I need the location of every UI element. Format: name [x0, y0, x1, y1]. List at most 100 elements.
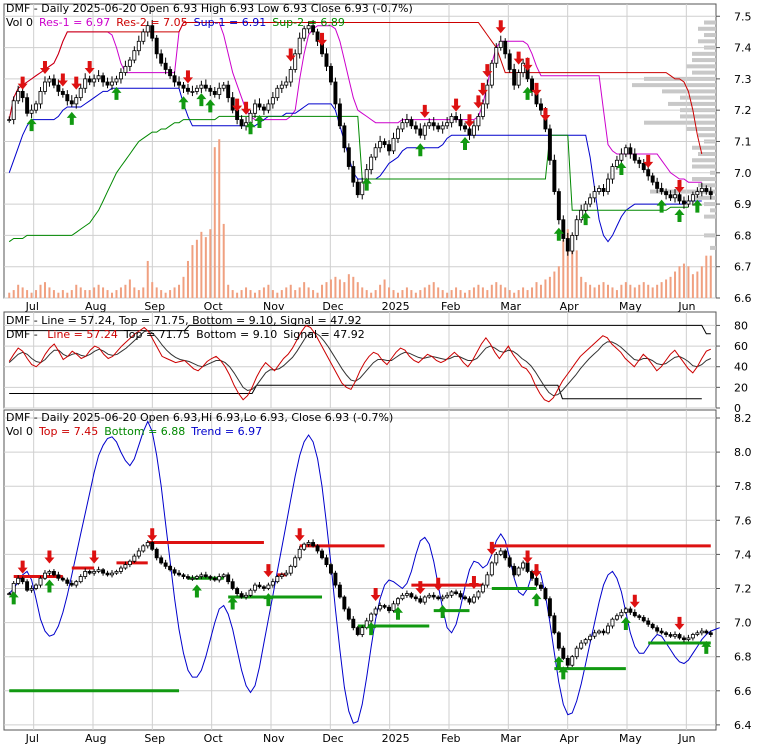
candle-body: [637, 159, 642, 164]
candle-body: [521, 562, 526, 569]
candle-body: [275, 87, 280, 99]
candle-body: [43, 81, 47, 92]
candle-body: [7, 593, 12, 596]
volume-bar: [334, 276, 337, 298]
volume-bar: [624, 282, 627, 298]
candle-body: [619, 153, 624, 161]
volume-bar: [160, 290, 163, 298]
candle-body: [132, 50, 137, 61]
candle-body: [253, 103, 257, 114]
candle-body: [418, 598, 423, 603]
volume-profile-bar: [692, 58, 716, 63]
candle-body: [114, 78, 119, 83]
candle-body: [87, 78, 92, 83]
candle-body: [382, 605, 387, 608]
volume-bar: [146, 260, 149, 298]
candle-body: [324, 557, 329, 566]
trend-x-tick-label: Apr: [560, 732, 580, 745]
candle-body: [203, 574, 208, 577]
candle-body: [114, 571, 119, 574]
legend-entry: Bottom = 6.88: [104, 425, 185, 438]
volume-bar: [401, 290, 404, 298]
candle-body: [471, 125, 476, 136]
legend-entry: Res-1 = 6.97: [39, 16, 110, 29]
dmf-y-tick-label: 20: [734, 381, 748, 394]
volume-bar: [30, 292, 33, 298]
candle-body: [650, 175, 655, 183]
candle-body: [297, 548, 302, 559]
candle-body: [181, 574, 186, 577]
candle-body: [480, 584, 485, 593]
volume-bar: [21, 287, 24, 298]
candle: [355, 626, 360, 637]
volume-bar: [513, 292, 516, 298]
candle-body: [690, 194, 695, 202]
volume-profile-bar: [704, 214, 716, 219]
candle-body: [431, 594, 436, 598]
candle-body: [449, 591, 454, 596]
candle-body: [101, 569, 106, 574]
candle: [547, 596, 552, 619]
candle-body: [38, 90, 43, 105]
volume-profile-bar: [692, 158, 716, 163]
volume-profile-bar: [686, 64, 716, 69]
candle-body: [96, 75, 101, 80]
volume-bar: [464, 292, 467, 298]
dmf-y-tick-label: 80: [734, 319, 748, 332]
volume-bar: [446, 292, 449, 298]
volume-bar: [584, 282, 587, 298]
candle-body: [261, 586, 266, 589]
candle-body: [704, 630, 709, 634]
price-x-tick-label: Mar: [500, 300, 521, 313]
candle-body: [485, 84, 490, 105]
volume-bar: [557, 266, 560, 298]
candle-body: [485, 574, 490, 586]
candle-body: [463, 125, 467, 130]
candle-body: [29, 588, 34, 591]
candle-body: [29, 109, 34, 114]
candle-body: [230, 97, 235, 111]
volume-bar: [356, 282, 359, 298]
candle-body: [127, 560, 132, 566]
volume-bar: [48, 287, 51, 298]
candle-body: [302, 28, 307, 39]
volume-bar: [294, 290, 297, 298]
trend-y-tick-label: 6.6: [734, 685, 752, 698]
candle-body: [266, 584, 271, 589]
candle-body: [110, 572, 114, 576]
trend-x-tick-label: Aug: [85, 732, 106, 745]
candle-body: [342, 596, 347, 610]
candle-body: [664, 191, 669, 196]
price-y-tick-label: 7.3: [734, 73, 752, 86]
candle-body: [409, 593, 414, 598]
trend-y-tick-label: 6.8: [734, 651, 752, 664]
candle-body: [498, 40, 503, 48]
candle-body: [565, 657, 570, 666]
volume-bar: [419, 290, 422, 298]
candle-body: [239, 593, 244, 598]
price-x-tick-label: May: [619, 300, 642, 313]
volume-bar: [410, 290, 413, 298]
candle-body: [96, 569, 101, 572]
candle-body: [677, 194, 682, 202]
candle-body: [503, 550, 508, 559]
candle-body: [534, 577, 539, 586]
candle-body: [154, 37, 159, 55]
candle-body: [333, 572, 338, 586]
volume-bar: [35, 290, 38, 298]
volume-bar: [700, 266, 703, 298]
candle-body: [355, 181, 360, 196]
candle-body: [632, 611, 637, 617]
volume-bar: [169, 290, 172, 298]
volume-bar: [285, 287, 288, 298]
candle-body: [337, 103, 342, 127]
candle-body: [400, 594, 405, 600]
volume-bar: [249, 290, 252, 298]
volume-bar: [370, 292, 373, 298]
candle-body: [431, 122, 436, 127]
candle: [328, 562, 333, 575]
candle-body: [11, 100, 16, 120]
price-x-tick-label: Oct: [204, 300, 224, 313]
volume-bar: [548, 276, 551, 298]
candle-body: [34, 103, 39, 111]
